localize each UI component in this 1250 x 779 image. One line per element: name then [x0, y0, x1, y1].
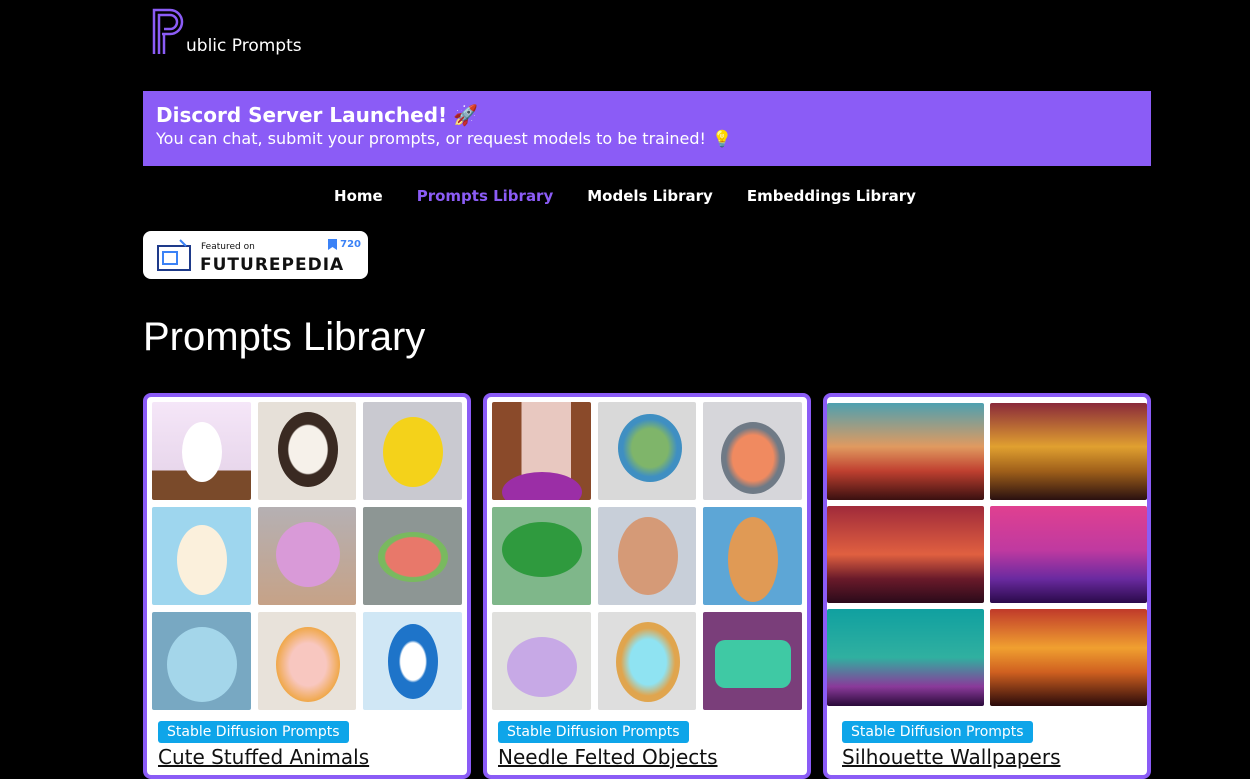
discord-banner[interactable]: Discord Server Launched! 🚀 You can chat,… [143, 91, 1151, 166]
thumb-image [363, 402, 462, 500]
thumb-image [990, 506, 1147, 603]
card-title-link[interactable]: Cute Stuffed Animals [158, 745, 369, 769]
thumb-image [257, 507, 357, 605]
thumb-image [492, 507, 591, 605]
nav-home[interactable]: Home [334, 187, 383, 205]
card-title-link[interactable]: Needle Felted Objects [498, 745, 718, 769]
card-silhouette-wallpapers[interactable]: Stable Diffusion Prompts Silhouette Wall… [823, 393, 1151, 779]
nav-embeddings-library[interactable]: Embeddings Library [747, 187, 916, 205]
thumb-image [827, 506, 984, 603]
thumb-image [703, 612, 802, 710]
category-tag[interactable]: Stable Diffusion Prompts [498, 721, 689, 743]
futurepedia-icon [157, 239, 191, 271]
card-image-grid [151, 401, 463, 711]
thumb-image [703, 402, 802, 500]
main-nav: Home Prompts Library Models Library Embe… [0, 187, 1250, 205]
thumb-image [990, 609, 1147, 706]
thumb-image [152, 402, 251, 500]
thumb-image [990, 403, 1147, 500]
thumb-image [597, 612, 697, 710]
card-image-grid [827, 403, 1147, 706]
thumb-image [257, 612, 357, 710]
card-cute-stuffed-animals[interactable]: Stable Diffusion Prompts Cute Stuffed An… [143, 393, 471, 779]
thumb-image [827, 609, 984, 706]
banner-message: You can chat, submit your prompts, or re… [156, 129, 706, 148]
lightbulb-icon: 💡 [711, 129, 732, 148]
thumb-image [827, 403, 984, 500]
thumb-image [703, 507, 802, 605]
thumb-image [492, 402, 591, 500]
badge-count: 720 [328, 239, 361, 250]
thumb-image [363, 507, 462, 605]
thumb-image [492, 612, 591, 710]
nav-models-library[interactable]: Models Library [587, 187, 713, 205]
badge-count-value: 720 [340, 239, 361, 250]
category-tag[interactable]: Stable Diffusion Prompts [842, 721, 1033, 743]
banner-title: Discord Server Launched! [156, 103, 448, 127]
badge-featured-label: Featured on [201, 242, 255, 252]
thumb-image [152, 612, 251, 710]
card-image-grid [491, 401, 803, 711]
nav-prompts-library[interactable]: Prompts Library [417, 187, 554, 205]
thumb-image [257, 402, 357, 500]
badge-name: FUTUREPEDIA [200, 255, 345, 275]
card-title-link[interactable]: Silhouette Wallpapers [842, 745, 1061, 769]
bookmark-icon [328, 239, 338, 250]
futurepedia-badge[interactable]: Featured on FUTUREPEDIA 720 [143, 231, 368, 279]
brand-name: ublic Prompts [186, 36, 302, 56]
page-title: Prompts Library [143, 315, 426, 359]
rocket-icon: 🚀 [453, 103, 479, 127]
thumb-image [597, 507, 697, 605]
category-tag[interactable]: Stable Diffusion Prompts [158, 721, 349, 743]
thumb-image [152, 507, 251, 605]
card-needle-felted-objects[interactable]: Stable Diffusion Prompts Needle Felted O… [483, 393, 811, 779]
thumb-image [363, 612, 462, 710]
brand-p-logo-icon [152, 8, 184, 54]
brand-logo[interactable]: ublic Prompts [150, 4, 302, 56]
prompt-cards: Stable Diffusion Prompts Cute Stuffed An… [143, 393, 1151, 779]
thumb-image [597, 402, 697, 500]
